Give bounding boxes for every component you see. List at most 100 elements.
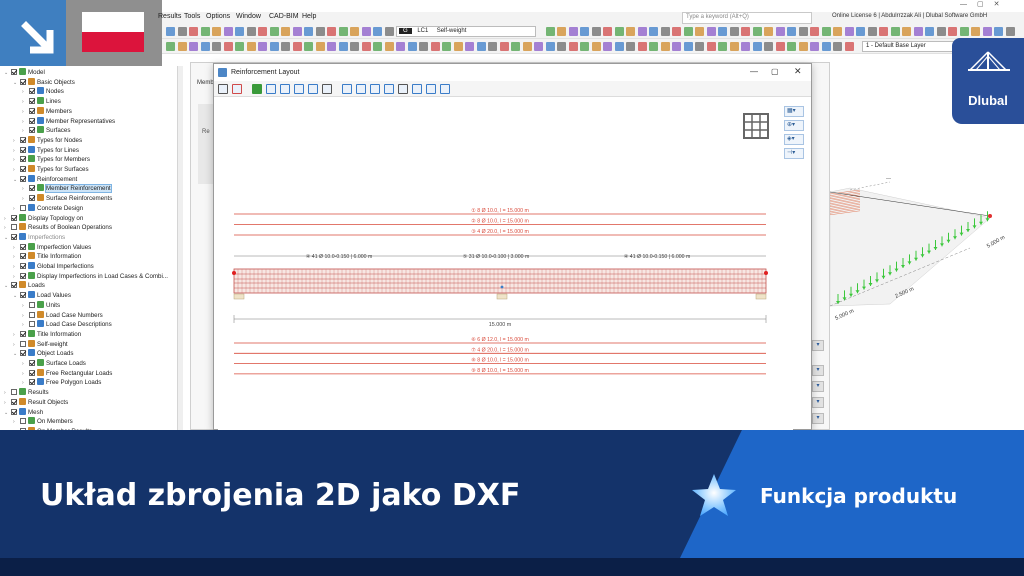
tree-checkbox[interactable]	[20, 204, 26, 211]
toolbar-button-icon[interactable]	[384, 42, 394, 51]
toolbar-button-icon[interactable]	[649, 42, 658, 51]
menu-tools[interactable]: Tools	[184, 13, 200, 20]
tree-item[interactable]: ⌄ Object Loads	[13, 349, 73, 359]
toolbar-button-icon[interactable]	[557, 42, 566, 51]
tree-checkbox[interactable]	[20, 253, 26, 260]
toolbar-button-icon[interactable]	[660, 42, 670, 51]
toolbar-button-icon[interactable]	[580, 42, 589, 51]
dialog-tool-icon[interactable]	[440, 84, 450, 94]
toolbar-button-icon[interactable]	[223, 42, 233, 51]
toolbar-button-icon[interactable]	[189, 42, 198, 51]
tree-checkbox[interactable]	[11, 282, 17, 289]
toolbar-button-icon[interactable]	[568, 42, 578, 51]
toolbar-button-icon[interactable]	[430, 42, 440, 51]
toolbar-button-icon[interactable]	[304, 42, 313, 51]
tree-item[interactable]: › Results	[4, 388, 49, 398]
tree-checkbox[interactable]	[29, 107, 35, 114]
dialog-tool-icon[interactable]	[356, 84, 366, 94]
toolbar-button-icon[interactable]	[764, 27, 773, 36]
dialog-tool-icon[interactable]	[342, 84, 352, 94]
toolbar-button-icon[interactable]	[844, 42, 854, 51]
toolbar-button-icon[interactable]	[235, 42, 244, 51]
dialog-tool-icon[interactable]	[322, 84, 332, 94]
dialog-tool-icon[interactable]	[426, 84, 436, 94]
toolbar-button-icon[interactable]	[856, 27, 865, 36]
toolbar-button-icon[interactable]	[879, 27, 888, 36]
toolbar-button-icon[interactable]	[591, 27, 601, 36]
toolbar-button-icon[interactable]	[534, 42, 543, 51]
tree-checkbox[interactable]	[29, 127, 35, 134]
tree-checkbox[interactable]	[20, 263, 26, 269]
toolbar-button-icon[interactable]	[614, 27, 624, 36]
collapse-icon[interactable]: ⌄	[4, 409, 11, 419]
toolbar-button-icon[interactable]	[1005, 27, 1015, 36]
tree-checkbox[interactable]	[11, 408, 17, 415]
toolbar-button-icon[interactable]	[384, 27, 394, 36]
dialog-tool-icon[interactable]	[308, 84, 318, 94]
toolbar-button-icon[interactable]	[971, 27, 980, 36]
tree-item[interactable]: ⌄ Imperfections	[4, 232, 65, 243]
navigator-scrollbar[interactable]	[178, 66, 183, 430]
tree-item[interactable]: › Global Imperfections	[13, 262, 94, 272]
toolbar-button-icon[interactable]	[948, 27, 957, 36]
collapse-icon[interactable]: ⌄	[4, 282, 11, 292]
tree-item[interactable]: ⌄ Model	[4, 68, 45, 78]
tree-checkbox[interactable]	[29, 301, 35, 308]
toolbar-button-icon[interactable]	[522, 42, 532, 51]
toolbar-button-icon[interactable]	[902, 27, 911, 36]
tree-item[interactable]: › Types for Members	[13, 155, 90, 165]
toolbar-button-icon[interactable]	[246, 27, 256, 36]
toolbar-button-icon[interactable]	[867, 27, 877, 36]
toolbar-button-icon[interactable]	[269, 27, 279, 36]
side-dropdown-2[interactable]: ▾	[812, 365, 824, 376]
tree-item[interactable]: ⌄ Basic Objects	[13, 77, 75, 88]
toolbar-button-icon[interactable]	[637, 42, 647, 51]
tree-checkbox[interactable]	[29, 360, 35, 366]
toolbar-button-icon[interactable]	[706, 27, 716, 36]
toolbar-button-icon[interactable]	[338, 42, 348, 51]
collapse-icon[interactable]: ⌄	[13, 292, 20, 302]
tree-item[interactable]: › Nodes	[22, 87, 64, 97]
toolbar-button-icon[interactable]	[614, 42, 624, 51]
toolbar-button-icon[interactable]	[821, 42, 831, 51]
tree-checkbox[interactable]	[20, 418, 26, 425]
collapse-icon[interactable]: ⌄	[4, 69, 11, 79]
toolbar-button-icon[interactable]	[603, 42, 612, 51]
tree-item[interactable]: › Types for Lines	[13, 145, 79, 156]
dialog-tool-icon[interactable]	[252, 84, 262, 94]
toolbar-button-icon[interactable]	[787, 42, 796, 51]
toolbar-button-icon[interactable]	[419, 42, 428, 51]
toolbar-button-icon[interactable]	[246, 42, 256, 51]
toolbar-button-icon[interactable]	[212, 42, 221, 51]
toolbar-button-icon[interactable]	[488, 42, 497, 51]
side-dropdown-4[interactable]: ▾	[812, 397, 824, 408]
base-layer-select[interactable]: 1 - Default Base Layer	[862, 41, 958, 52]
toolbar-button-icon[interactable]	[281, 27, 290, 36]
toolbar-button-icon[interactable]	[200, 42, 210, 51]
minimize-button[interactable]: —	[750, 67, 758, 76]
tree-item[interactable]: › Free Rectangular Loads	[22, 368, 112, 379]
toolbar-button-icon[interactable]	[833, 27, 842, 36]
tree-item[interactable]: ⌄ Loads	[4, 281, 45, 291]
view-tool-3[interactable]: ◈▾	[784, 134, 804, 145]
tree-checkbox[interactable]	[20, 156, 26, 163]
tree-item[interactable]: › Self-weight	[13, 339, 68, 350]
tree-checkbox[interactable]	[20, 136, 26, 143]
tree-checkbox[interactable]	[11, 69, 17, 75]
tree-checkbox[interactable]	[29, 321, 35, 328]
background-tab[interactable]: Memb	[197, 80, 214, 86]
tree-item[interactable]: › Member Reinforcement	[22, 184, 112, 194]
toolbar-button-icon[interactable]	[718, 27, 727, 36]
tree-checkbox[interactable]	[11, 233, 17, 240]
tree-item[interactable]: › Surface Reinforcements	[22, 194, 112, 204]
dialog-tool-icon[interactable]	[280, 84, 290, 94]
tree-checkbox[interactable]	[20, 166, 26, 172]
toolbar-button-icon[interactable]	[683, 27, 693, 36]
tree-item[interactable]: › Title Information	[13, 252, 81, 262]
toolbar-button-icon[interactable]	[695, 42, 704, 51]
toolbar-button-icon[interactable]	[718, 42, 727, 51]
tree-item[interactable]: › Load Case Descriptions	[22, 320, 112, 330]
toolbar-button-icon[interactable]	[315, 42, 325, 51]
tree-item[interactable]: › Results of Boolean Operations	[4, 223, 112, 233]
tree-checkbox[interactable]	[11, 398, 17, 405]
